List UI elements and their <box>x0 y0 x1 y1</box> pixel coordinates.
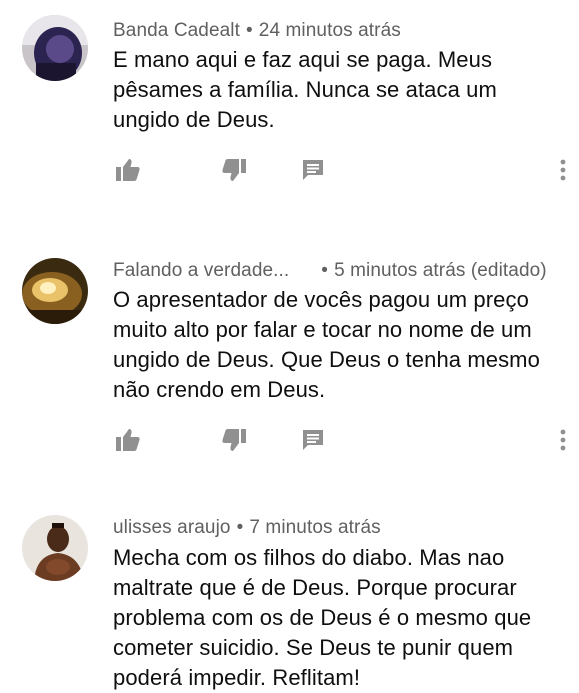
thumb-down-icon <box>222 429 246 451</box>
avatar[interactable] <box>22 258 88 324</box>
comment-time: 24 minutos atrás <box>258 20 401 41</box>
comment-actions <box>0 155 579 185</box>
author-name[interactable]: Falando a verdade... <box>113 260 289 281</box>
thumb-up-icon <box>116 159 140 181</box>
dislike-button[interactable] <box>219 425 249 455</box>
like-button[interactable] <box>113 425 143 455</box>
comment-meta: Falando a verdade... • 5 minutos atrás (ed… <box>113 260 547 282</box>
like-button[interactable] <box>113 155 143 185</box>
comment-meta: Banda Cadealt • 24 minutos atrás <box>113 20 401 42</box>
comment-time: 5 minutos atrás (editado) <box>334 260 547 281</box>
thumb-down-icon <box>222 159 246 181</box>
more-vertical-icon <box>560 159 566 181</box>
comment-time: 7 minutos atrás <box>249 517 381 538</box>
avatar[interactable] <box>22 15 88 81</box>
thumb-up-icon <box>116 429 140 451</box>
author-name[interactable]: Banda Cadealt <box>113 20 240 41</box>
comment-text: E mano aqui e faz aqui se paga. Meus pês… <box>113 47 497 132</box>
separator-dot: • <box>236 517 244 538</box>
avatar-person-dark-icon <box>22 15 88 81</box>
comment-text: Mecha com os filhos do diabo. Mas nao ma… <box>113 545 532 690</box>
reply-button[interactable] <box>298 155 328 185</box>
separator-dot: • <box>246 20 253 41</box>
more-options-button[interactable] <box>548 425 578 455</box>
avatar[interactable] <box>22 515 88 581</box>
reply-button[interactable] <box>298 425 328 455</box>
avatar-warm-light-icon <box>22 258 88 324</box>
more-options-button[interactable] <box>548 155 578 185</box>
avatar-person-shirtless-icon <box>22 515 88 581</box>
separator-dot: • <box>321 260 329 281</box>
dislike-button[interactable] <box>219 155 249 185</box>
comment-text: O apresentador de vocês pagou um preço m… <box>113 287 540 402</box>
comment-actions <box>0 425 579 455</box>
author-name[interactable]: ulisses araujo <box>113 517 231 538</box>
comment-icon <box>303 430 323 450</box>
more-vertical-icon <box>560 429 566 451</box>
comment-icon <box>303 160 323 180</box>
comment-meta: ulisses araujo • 7 minutos atrás <box>113 517 381 539</box>
